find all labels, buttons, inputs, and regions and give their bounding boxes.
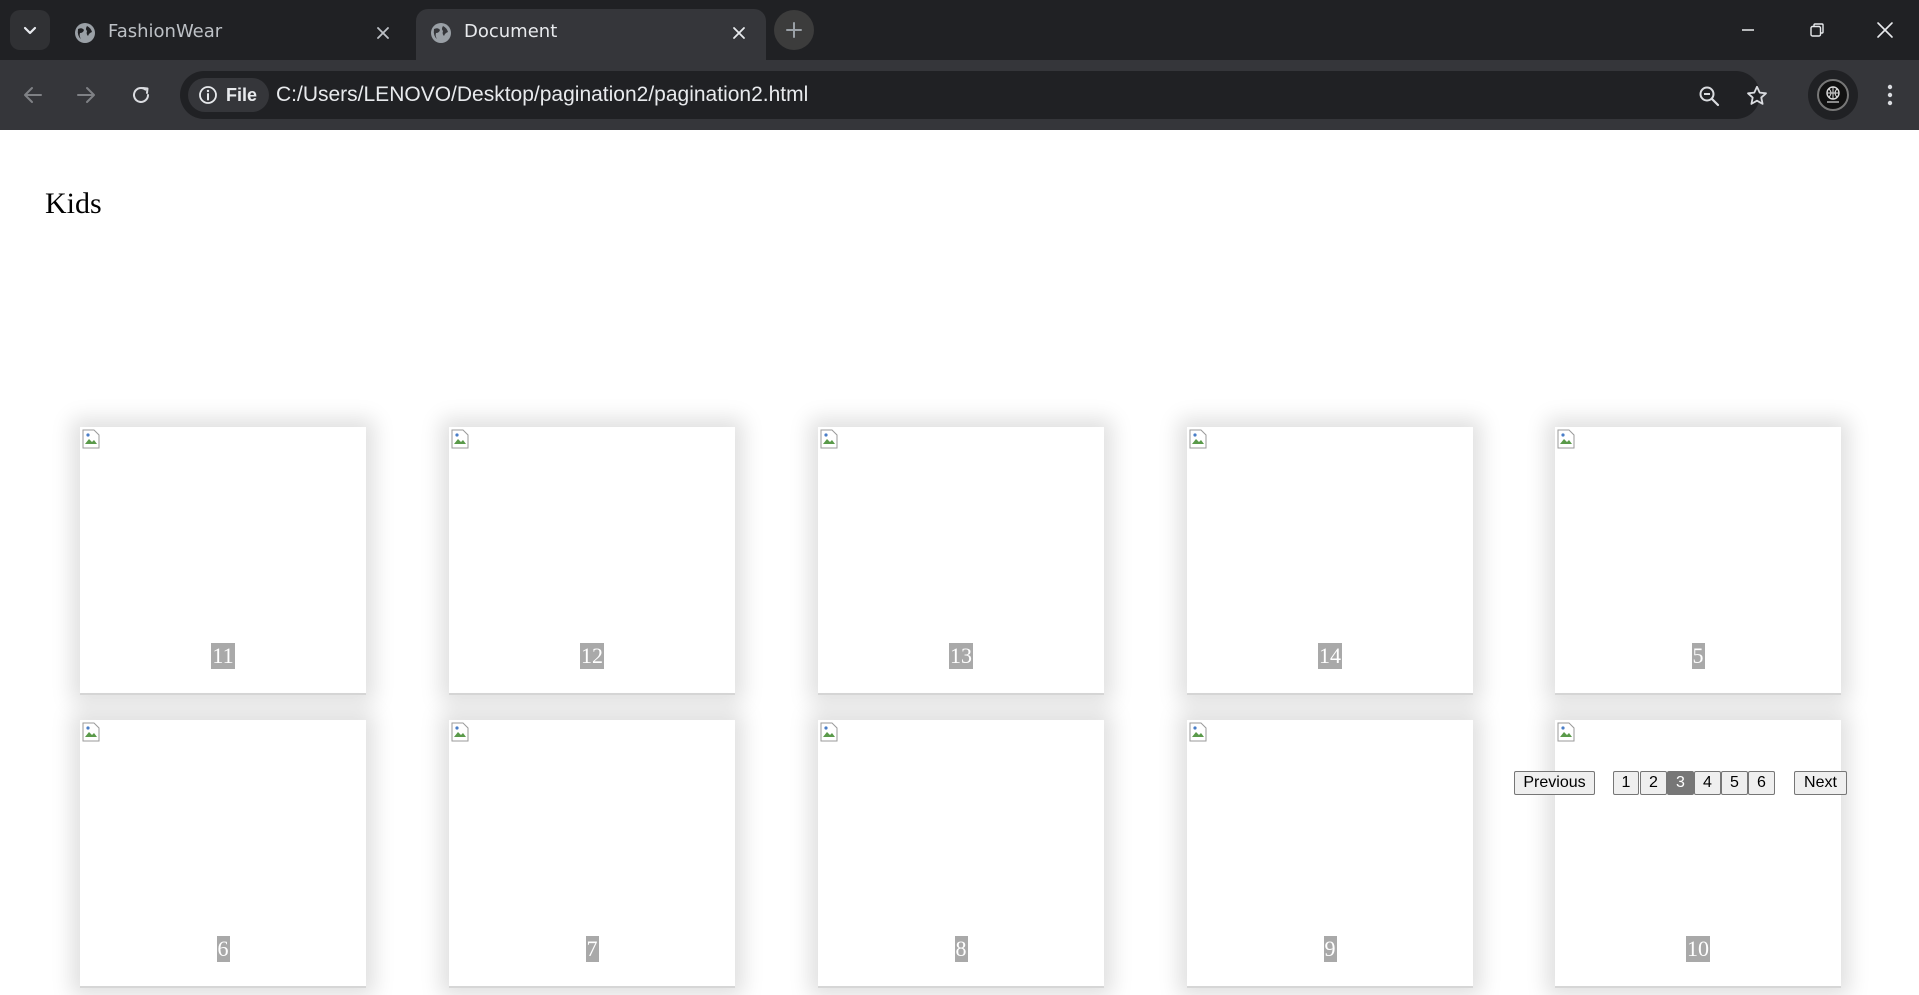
page-button-2[interactable]: 2 — [1640, 771, 1667, 795]
close-icon — [377, 27, 389, 39]
pagination: Previous 1 2 3 4 5 6 Next — [0, 771, 1919, 797]
page-button-4[interactable]: 4 — [1694, 771, 1721, 795]
page-button-5[interactable]: 5 — [1721, 771, 1748, 795]
minimize-icon — [1742, 29, 1754, 31]
page-title: Kids — [45, 187, 102, 220]
product-card[interactable]: 5 — [1555, 427, 1841, 695]
new-tab-button[interactable] — [774, 10, 814, 50]
broken-image-icon — [82, 429, 100, 449]
arrow-left-icon — [24, 87, 42, 103]
minimize-button[interactable] — [1713, 0, 1783, 60]
window-close-button[interactable] — [1850, 0, 1919, 60]
star-icon — [1747, 85, 1767, 105]
item-number-label: 12 — [580, 643, 604, 669]
reload-button[interactable] — [119, 73, 163, 117]
broken-image-icon — [820, 722, 838, 742]
item-number-label: 9 — [1323, 936, 1337, 962]
plus-icon — [786, 22, 802, 38]
product-card[interactable]: 11 — [80, 427, 366, 695]
tab-fashionwear[interactable]: FashionWear — [60, 9, 410, 60]
broken-image-icon — [451, 722, 469, 742]
page-button-1[interactable]: 1 — [1613, 771, 1639, 795]
emblem-icon — [1826, 86, 1840, 103]
item-number-label: 6 — [216, 936, 230, 962]
restore-icon — [1810, 23, 1824, 37]
back-button[interactable] — [11, 73, 55, 117]
broken-image-icon — [1557, 722, 1575, 742]
reload-icon — [133, 86, 149, 103]
broken-image-icon — [1557, 429, 1575, 449]
tab-title: Document — [464, 21, 558, 42]
close-icon — [733, 27, 745, 39]
item-number-label: 13 — [949, 643, 973, 669]
zoom-button[interactable] — [1694, 81, 1724, 111]
product-card[interactable]: 13 — [818, 427, 1104, 695]
chevron-down-icon — [23, 26, 37, 35]
restore-button[interactable] — [1782, 0, 1852, 60]
url-text[interactable]: C:/Users/LENOVO/Desktop/pagination2/pagi… — [276, 83, 808, 107]
next-page-button[interactable]: Next — [1794, 771, 1847, 795]
browser-toolbar: File C:/Users/LENOVO/Desktop/pagination2… — [0, 60, 1919, 130]
more-vertical-icon — [1887, 84, 1893, 106]
page-content: Kids 11 12 13 14 5 6 7 8 9 10 — [0, 130, 1919, 995]
broken-image-icon — [1189, 429, 1207, 449]
close-icon — [1877, 22, 1893, 38]
site-info-chip[interactable]: File — [188, 78, 270, 112]
product-card[interactable]: 6 — [80, 720, 366, 988]
broken-image-icon — [820, 429, 838, 449]
browser-menu-button[interactable] — [1870, 73, 1910, 117]
item-number-label: 11 — [211, 643, 235, 669]
item-number-label: 7 — [585, 936, 599, 962]
product-card[interactable]: 7 — [449, 720, 735, 988]
forward-button[interactable] — [64, 73, 108, 117]
site-chip-label: File — [226, 84, 258, 105]
item-number-label: 14 — [1318, 643, 1342, 669]
page-button-3-current[interactable]: 3 — [1667, 771, 1694, 795]
product-card[interactable]: 12 — [449, 427, 735, 695]
product-card[interactable]: 8 — [818, 720, 1104, 988]
globe-icon — [431, 23, 451, 43]
globe-icon — [75, 23, 95, 43]
item-number-label: 8 — [954, 936, 968, 962]
tab-close-button[interactable] — [726, 20, 752, 46]
product-card[interactable]: 14 — [1187, 427, 1473, 695]
tab-document[interactable]: Document — [416, 9, 766, 60]
item-number-label: 5 — [1691, 643, 1705, 669]
broken-image-icon — [82, 722, 100, 742]
previous-page-button[interactable]: Previous — [1514, 771, 1595, 795]
profile-button[interactable] — [1808, 70, 1858, 120]
broken-image-icon — [451, 429, 469, 449]
tab-title: FashionWear — [108, 21, 223, 42]
tab-strip: FashionWear Document — [0, 0, 1919, 60]
address-bar[interactable]: File C:/Users/LENOVO/Desktop/pagination2… — [180, 71, 1767, 119]
tab-close-button[interactable] — [370, 20, 396, 46]
info-icon — [199, 86, 217, 104]
item-number-label: 10 — [1686, 936, 1710, 962]
tab-search-button[interactable] — [10, 10, 50, 50]
page-button-6[interactable]: 6 — [1748, 771, 1775, 795]
avatar — [1817, 79, 1849, 111]
broken-image-icon — [1189, 722, 1207, 742]
product-card[interactable]: 9 — [1187, 720, 1473, 988]
product-card[interactable]: 10 — [1555, 720, 1841, 988]
zoom-out-icon — [1699, 86, 1720, 107]
arrow-right-icon — [77, 87, 95, 103]
bookmark-button[interactable] — [1742, 81, 1772, 111]
